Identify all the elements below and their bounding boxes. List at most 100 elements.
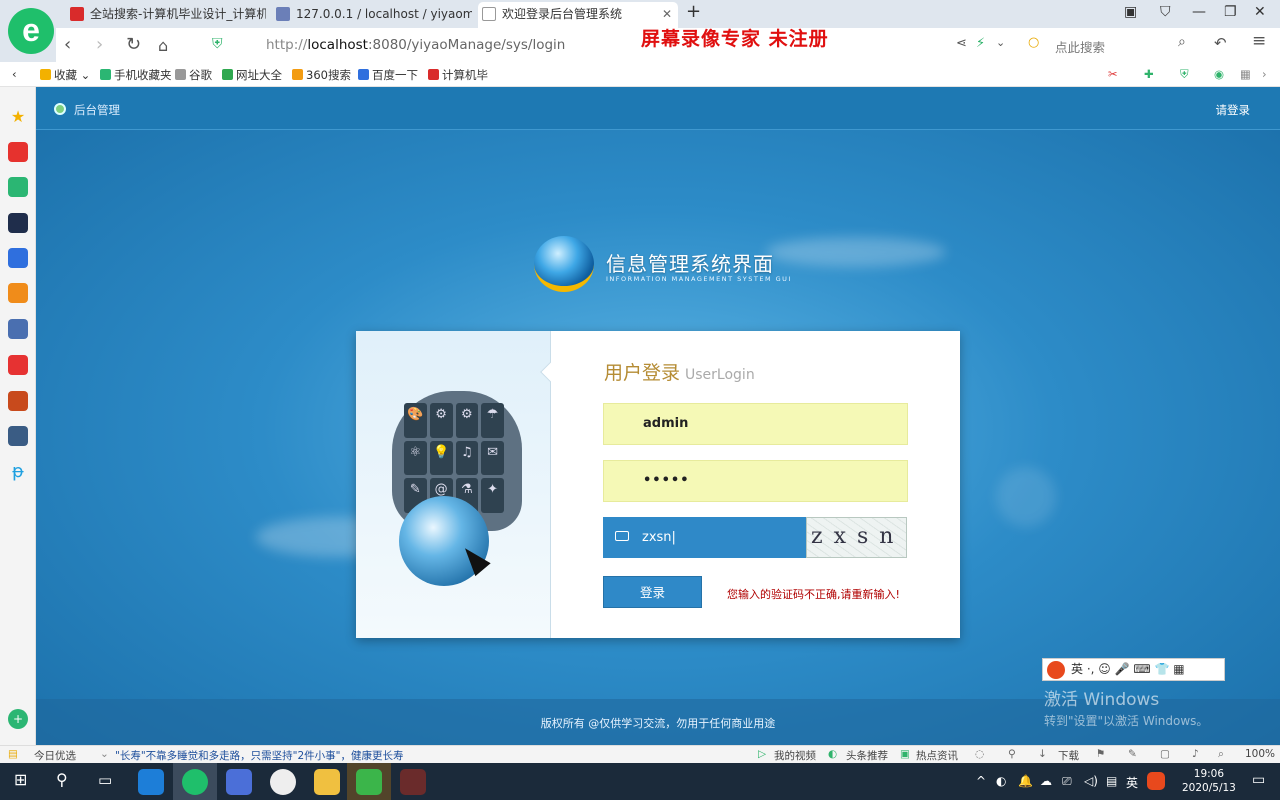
bookmark-item[interactable]: 谷歌 <box>175 67 212 83</box>
browser-logo-icon[interactable]: e <box>8 8 54 54</box>
today-picks[interactable]: 今日优选 <box>34 748 76 763</box>
camera-icon[interactable]: ◐ <box>996 774 1006 788</box>
username-input[interactable]: admin <box>603 403 908 445</box>
new-tab-icon[interactable]: + <box>686 1 701 22</box>
captcha-image[interactable]: zxsn <box>806 517 907 558</box>
task-view-icon[interactable]: ▭ <box>98 771 112 789</box>
vpn-taskbar-icon[interactable] <box>226 769 252 795</box>
restore-icon[interactable]: ❐ <box>1224 4 1237 20</box>
forward-icon[interactable]: › <box>96 34 103 55</box>
speed-icon[interactable]: ◌ <box>975 748 984 760</box>
captcha-input[interactable]: zxsn| <box>603 517 806 558</box>
shirt-icon[interactable]: ⛉ <box>1160 4 1171 20</box>
mail-icon[interactable] <box>8 177 28 197</box>
search-icon[interactable]: ⚲ <box>56 770 68 789</box>
browser-taskbar-icon[interactable] <box>182 769 208 795</box>
window-icon[interactable]: ▢ <box>1160 748 1170 760</box>
scissors-icon[interactable]: ✂ <box>1108 67 1118 81</box>
ime-toolbar[interactable]: 英 ·, ☺ 🎤 ⌨ 👕 ▦ <box>1042 658 1225 681</box>
wechat-taskbar-icon[interactable] <box>356 769 382 795</box>
doc-icon[interactable] <box>8 248 28 268</box>
input-lang[interactable]: 英 <box>1126 774 1138 791</box>
tab-phpmyadmin[interactable]: 127.0.0.1 / localhost / yiyaoma <box>272 2 472 28</box>
share-icon[interactable]: ⋖ <box>956 36 967 51</box>
folder-taskbar-icon[interactable] <box>314 769 340 795</box>
windows-start-icon[interactable]: ⊞ <box>14 770 27 789</box>
login-link[interactable]: 请登录 <box>1216 102 1251 118</box>
add-icon[interactable]: + <box>8 709 28 729</box>
clock[interactable]: 19:06 2020/5/13 <box>1182 767 1236 795</box>
flag-icon[interactable]: ⚑ <box>1096 748 1105 760</box>
apps-icon[interactable]: ▦ <box>1240 67 1251 81</box>
notes-icon[interactable]: ▤ <box>1106 774 1117 788</box>
menu-icon[interactable]: ≡ <box>1252 31 1266 51</box>
brand-title: 信息管理系统界面 <box>606 252 774 276</box>
my-videos[interactable]: 我的视频 <box>774 748 816 763</box>
game-app-icon[interactable] <box>8 213 28 233</box>
card-illustration-panel: 🎨 ⚙ ⚙ ☂ ⚛ 💡 ♫ ✉ ✎ @ ⚗ ✦ <box>356 331 551 638</box>
hot-news[interactable]: 热点资讯 <box>916 748 958 763</box>
novel-icon[interactable] <box>8 283 28 303</box>
url-host: localhost <box>307 37 368 53</box>
chevron-up-icon[interactable]: ^ <box>976 774 986 788</box>
bookmark-item[interactable]: 计算机毕 <box>428 67 488 83</box>
more-icon[interactable]: › <box>1262 67 1267 81</box>
game-icon[interactable]: ◉ <box>1214 67 1224 81</box>
bookmark-label: 百度一下 <box>372 68 418 82</box>
downloads[interactable]: 下载 <box>1058 748 1079 763</box>
lightning-icon[interactable]: ⚡ <box>976 36 985 51</box>
game-app-icon[interactable] <box>8 391 28 411</box>
reload-icon[interactable]: ↻ <box>126 34 141 55</box>
redbook-icon[interactable] <box>8 355 28 375</box>
zoom-level[interactable]: 100% <box>1245 748 1275 760</box>
news-ticker[interactable]: "长寿"不靠多睡觉和多走路，只需坚持"2件小事"，健康更长寿 <box>115 748 404 763</box>
recorder-taskbar-icon[interactable] <box>400 769 426 795</box>
sound-icon[interactable]: ♪ <box>1192 748 1199 760</box>
bell-icon[interactable]: 🔔 <box>1018 774 1033 788</box>
volume-icon[interactable]: ◁) <box>1084 774 1098 788</box>
star-icon[interactable]: ★ <box>8 107 28 127</box>
password-input[interactable]: ••••• <box>603 460 908 502</box>
bookmark-item[interactable]: 网址大全 <box>222 67 282 83</box>
tab-count-icon[interactable]: ▣ <box>1124 4 1137 20</box>
zoom-icon[interactable]: ⌕ <box>1218 748 1224 761</box>
tab-search[interactable]: 全站搜索-计算机毕业设计_计算机 <box>66 2 266 28</box>
bookmark-item[interactable]: 360搜索 <box>292 67 351 83</box>
admin-link[interactable]: 后台管理 <box>74 102 120 118</box>
search-engine-icon[interactable]: ○ <box>1028 35 1039 50</box>
pdf-icon[interactable]: ᵽ <box>8 461 28 482</box>
chevron-down-icon[interactable]: ⌄ <box>996 36 1005 49</box>
extension-icon[interactable]: ✚ <box>1144 67 1154 81</box>
bookmark-label: 收藏 <box>54 68 77 82</box>
sidebar-toggle-icon[interactable]: ‹ <box>12 67 17 81</box>
minimize-icon[interactable]: — <box>1192 4 1206 20</box>
back-icon[interactable]: ‹ <box>64 34 71 55</box>
game-app-icon[interactable] <box>8 426 28 446</box>
bookmark-item[interactable]: 手机收藏夹 <box>100 67 172 83</box>
window-close-icon[interactable]: ✕ <box>1254 4 1266 20</box>
network-icon[interactable]: ⎚ <box>1062 774 1072 789</box>
bookmark-item[interactable]: 收藏 ⌄ <box>40 67 90 83</box>
bookmark-item[interactable]: 百度一下 <box>358 67 418 83</box>
home-icon[interactable]: ⌂ <box>158 36 168 55</box>
globe-icon <box>534 236 594 292</box>
notification-icon[interactable]: ▭ <box>1252 772 1265 788</box>
pin-icon[interactable]: ⚲ <box>1008 748 1016 760</box>
search-input[interactable]: 点此搜索 <box>1055 37 1105 56</box>
sogou-icon[interactable] <box>1147 772 1165 790</box>
taskbar-app-icon[interactable] <box>270 769 296 795</box>
headline-recommend[interactable]: 头条推荐 <box>846 748 888 763</box>
weibo-icon[interactable] <box>8 142 28 162</box>
brand-subtitle: INFORMATION MANAGEMENT SYSTEM GUI <box>606 275 792 283</box>
edit-icon[interactable]: ✎ <box>1128 748 1137 760</box>
ime-label: 英 ·, ☺ 🎤 ⌨ 👕 ▦ <box>1071 662 1185 676</box>
taskbar-app-icon[interactable] <box>138 769 164 795</box>
search-icon[interactable]: ⌕ <box>1178 34 1186 50</box>
login-button[interactable]: 登录 <box>603 576 702 608</box>
undo-icon[interactable]: ↶ <box>1214 34 1227 52</box>
game-app-icon[interactable] <box>8 319 28 339</box>
url-field[interactable]: http://localhost:8080/yiyaoManage/sys/lo… <box>266 37 565 53</box>
shield-icon[interactable]: ⛨ <box>1180 67 1189 82</box>
cloud-icon[interactable]: ☁ <box>1040 774 1052 788</box>
close-icon[interactable]: ✕ <box>662 2 672 26</box>
